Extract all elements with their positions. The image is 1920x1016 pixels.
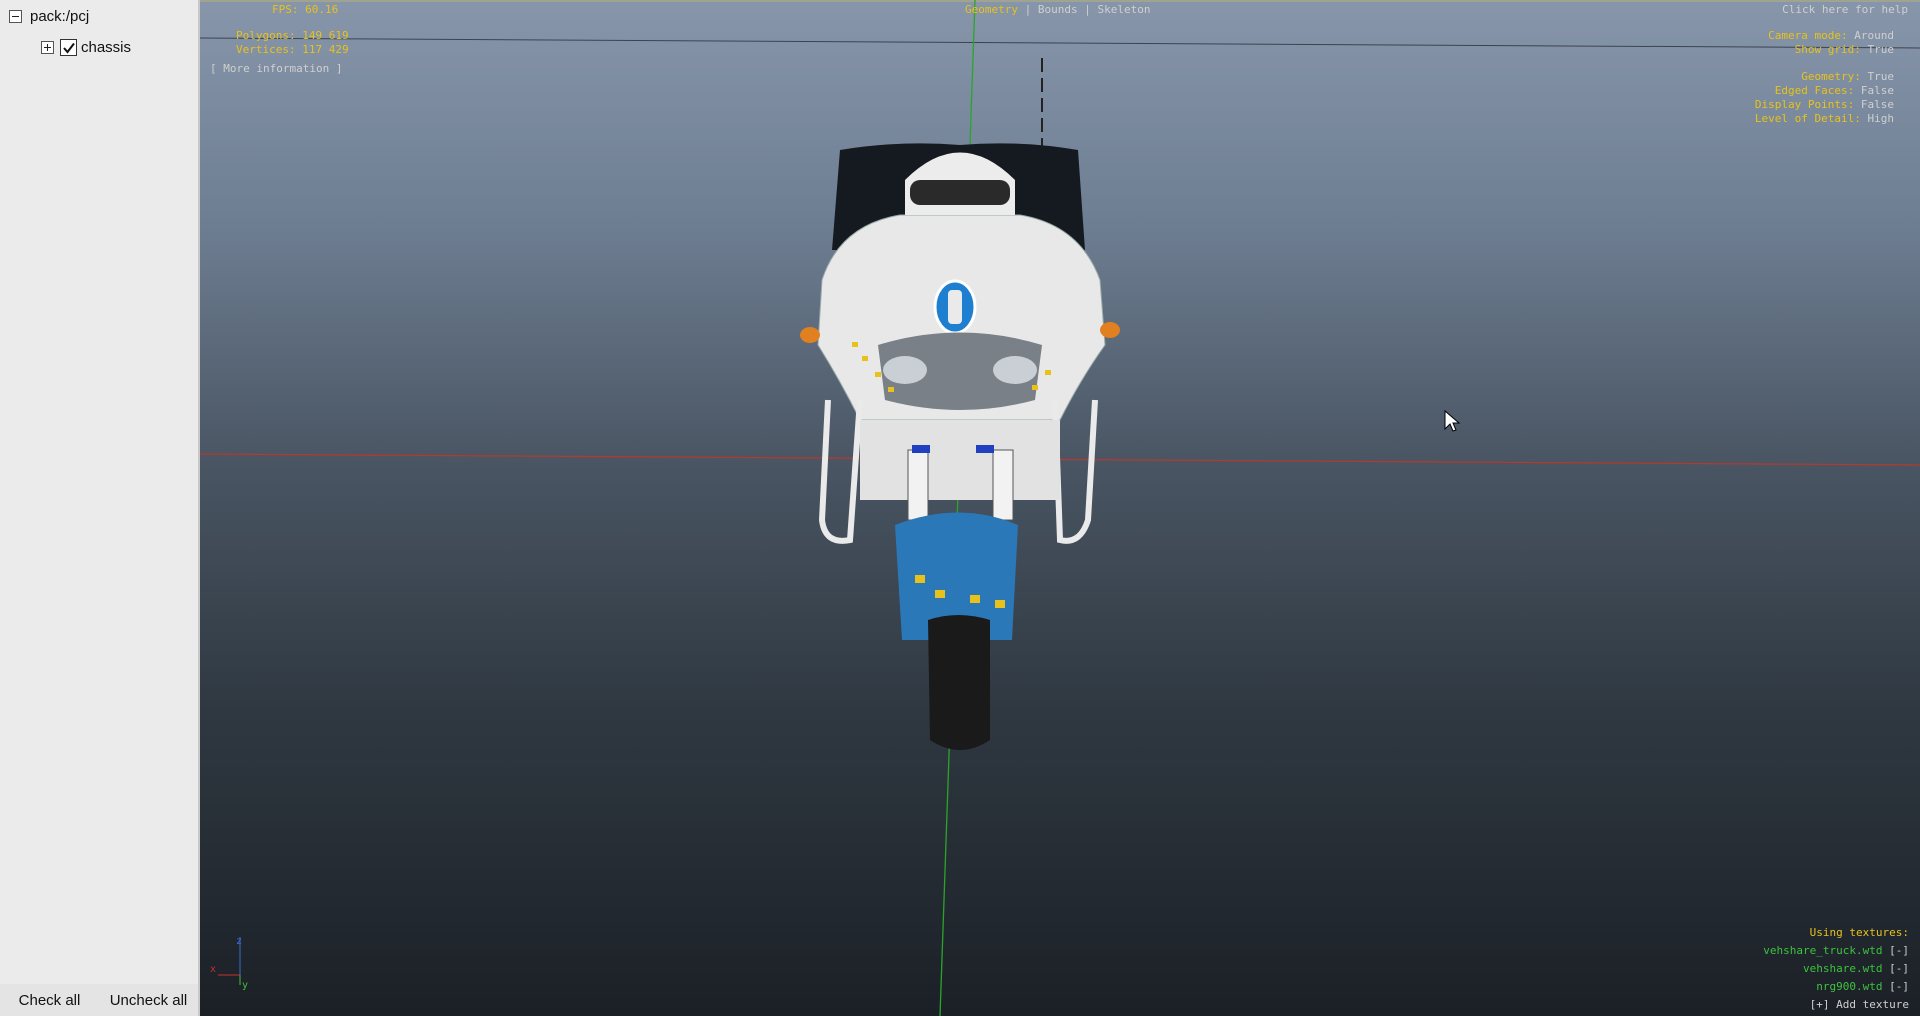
level-of-detail-setting[interactable]: Level of Detail: High: [1755, 112, 1894, 126]
checkmark-icon: [62, 42, 75, 54]
show-grid-setting[interactable]: Show grid: True: [1768, 43, 1894, 57]
render-settings: Geometry: True Edged Faces: False Displa…: [1755, 70, 1894, 126]
edged-faces-setting[interactable]: Edged Faces: False: [1755, 84, 1894, 98]
camera-mode-setting[interactable]: Camera mode: Around: [1768, 29, 1894, 43]
collapse-icon[interactable]: [9, 10, 22, 23]
display-points-setting[interactable]: Display Points: False: [1755, 98, 1894, 112]
tree-node-chassis[interactable]: chassis: [41, 39, 131, 56]
axis-label-x: x: [210, 964, 217, 975]
more-information-link[interactable]: [ More information ]: [210, 62, 342, 75]
tab-separator: |: [1024, 3, 1032, 16]
uncheck-all-button[interactable]: Uncheck all: [99, 984, 198, 1016]
axis-label-y: y: [242, 980, 249, 991]
expand-icon[interactable]: [41, 41, 54, 54]
texture-item: vehshare.wtd [-]: [1803, 962, 1909, 975]
tree-node-root-label: pack:/pcj: [30, 8, 90, 25]
grid-line: [200, 37, 1920, 49]
fps-readout: FPS: 60.16: [272, 3, 339, 16]
add-texture-button[interactable]: [+] Add texture: [1763, 996, 1909, 1014]
polygon-count: Polygons: 149 619: [236, 29, 349, 42]
scene-layer: [200, 0, 1920, 1016]
chassis-checkbox[interactable]: [60, 39, 77, 56]
view-mode-tabs: Geometry | Bounds | Skeleton: [965, 3, 1150, 16]
3d-viewport[interactable]: z x y FPS: 60.16 Polygons: 149 619 Verti…: [200, 0, 1920, 1016]
axis-label-z: z: [236, 936, 243, 947]
model-tree-panel: pack:/pcj chassis Check all Uncheck all: [0, 0, 200, 1016]
tab-geometry[interactable]: Geometry: [965, 3, 1018, 16]
tab-skeleton[interactable]: Skeleton: [1097, 3, 1150, 16]
remove-texture-button[interactable]: [-]: [1889, 944, 1909, 957]
mouse-cursor-icon: [1444, 409, 1461, 432]
check-all-button[interactable]: Check all: [0, 984, 99, 1016]
help-link[interactable]: Click here for help: [1782, 3, 1908, 16]
texture-heading: Using textures:: [1809, 926, 1909, 939]
tab-separator: |: [1084, 3, 1091, 16]
motorcycle-model: [800, 58, 1120, 750]
texture-item: vehshare_truck.wtd [-]: [1763, 944, 1909, 957]
remove-texture-button[interactable]: [-]: [1889, 980, 1909, 993]
tab-bounds[interactable]: Bounds: [1038, 3, 1078, 16]
texture-item: nrg900.wtd [-]: [1816, 980, 1909, 993]
tree-node-chassis-label: chassis: [81, 39, 132, 56]
camera-settings: Camera mode: Around Show grid: True: [1768, 29, 1894, 57]
vertex-count: Vertices: 117 429: [236, 43, 349, 56]
geometry-setting[interactable]: Geometry: True: [1755, 70, 1894, 84]
remove-texture-button[interactable]: [-]: [1889, 962, 1909, 975]
panel-button-bar: Check all Uncheck all: [0, 984, 198, 1016]
tree-node-root[interactable]: pack:/pcj: [9, 8, 89, 25]
texture-list: Using textures: vehshare_truck.wtd [-] v…: [1763, 924, 1909, 1014]
